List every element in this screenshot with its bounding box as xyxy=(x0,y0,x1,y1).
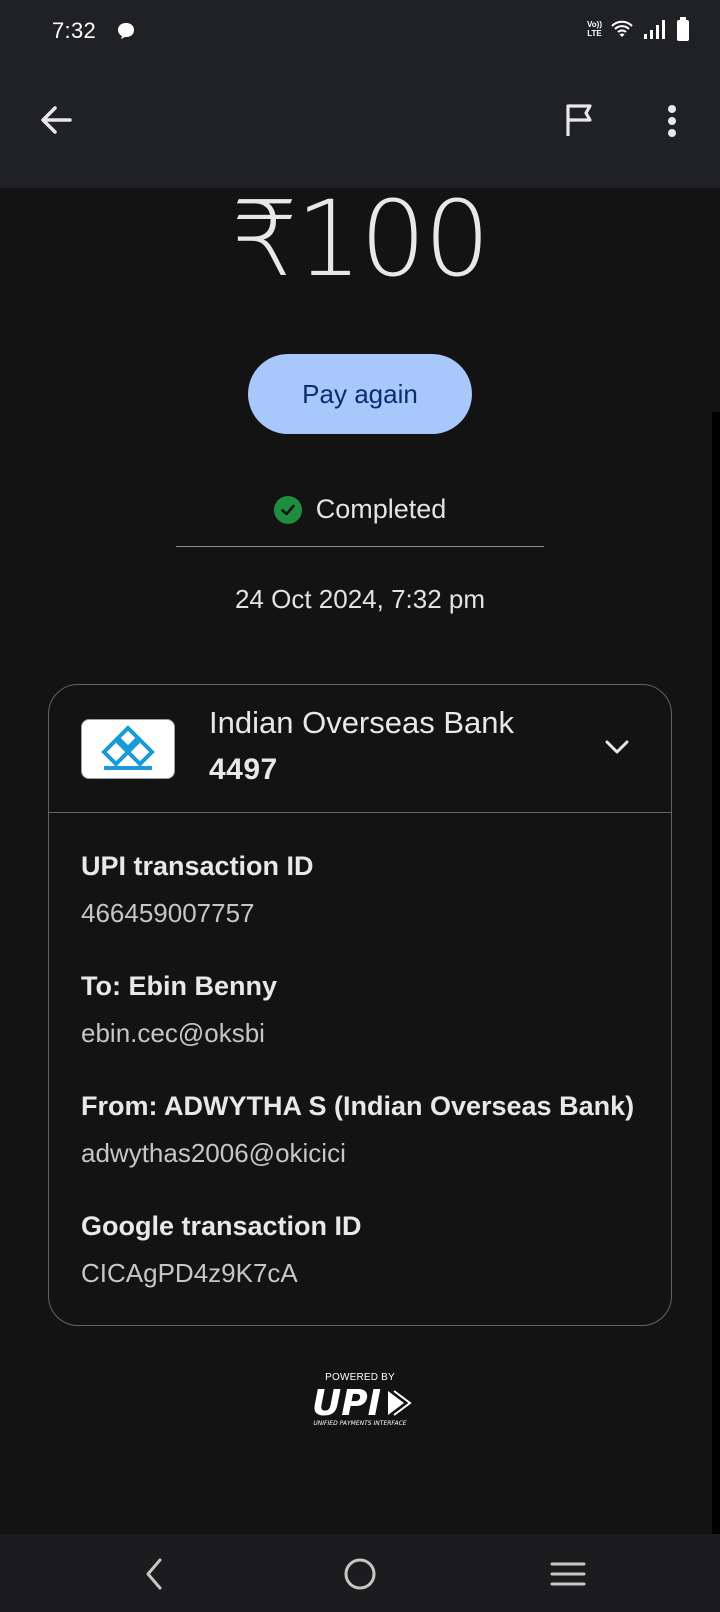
bank-logo xyxy=(81,719,175,779)
google-transaction-id: Google transaction ID CICAgPD4z9K7cA xyxy=(81,1211,362,1289)
more-vert-icon xyxy=(668,105,676,137)
upi-subtext: UNIFIED PAYMENTS INTERFACE xyxy=(313,1420,406,1427)
app-bar xyxy=(0,62,720,188)
transaction-details-card: Indian Overseas Bank 4497 UPI transactio… xyxy=(48,684,672,1326)
wifi-icon xyxy=(611,20,633,37)
status-time: 7:32 xyxy=(52,18,97,43)
flag-icon xyxy=(566,104,592,136)
signal-icon xyxy=(644,20,665,39)
payment-amount: ₹100 xyxy=(231,178,491,300)
nav-home-button[interactable] xyxy=(340,1556,380,1592)
arrow-left-icon xyxy=(41,106,72,134)
bank-account-row[interactable]: Indian Overseas Bank 4497 xyxy=(49,685,671,813)
status-text: Completed xyxy=(315,494,447,524)
pay-again-button[interactable]: Pay again xyxy=(248,354,472,434)
status-icons: Vo)) LTE xyxy=(587,17,690,41)
recipient-detail: To: Ebin Benny ebin.cec@oksbi xyxy=(81,971,277,1049)
more-options-button[interactable] xyxy=(652,100,692,140)
transaction-datetime: 24 Oct 2024, 7:32 pm xyxy=(234,584,486,614)
detail-label: To: Ebin Benny xyxy=(81,971,277,1001)
chat-bubble-icon xyxy=(118,23,134,39)
scrollbar[interactable] xyxy=(712,412,720,1534)
detail-label: UPI transaction ID xyxy=(81,851,314,881)
chevron-left-icon xyxy=(146,1558,162,1590)
divider xyxy=(176,546,544,547)
volte-icon: Vo)) LTE xyxy=(587,20,602,38)
detail-value[interactable]: adwythas2006@okicici xyxy=(81,1138,634,1169)
sender-detail: From: ADWYTHA S (Indian Overseas Bank) a… xyxy=(81,1091,634,1169)
payment-status: Completed xyxy=(0,494,720,525)
upi-transaction-id: UPI transaction ID 466459007757 xyxy=(81,851,314,929)
detail-label: From: ADWYTHA S (Indian Overseas Bank) xyxy=(81,1091,635,1121)
detail-label: Google transaction ID xyxy=(81,1211,362,1241)
iob-logo-icon xyxy=(101,725,155,770)
report-button[interactable] xyxy=(560,100,600,140)
powered-by-text: POWERED BY xyxy=(325,1372,395,1383)
upi-logo: POWERED BY UPI UNIFIED PAYMENTS INTERFAC… xyxy=(308,1372,412,1428)
nav-back-button[interactable] xyxy=(134,1556,174,1592)
battery-icon xyxy=(677,17,689,41)
upi-wordmark: UPI UNIFIED PAYMENTS INTERFACE xyxy=(312,1383,412,1427)
home-circle-icon xyxy=(344,1558,376,1590)
menu-lines-icon xyxy=(550,1562,586,1586)
chevron-down-icon[interactable] xyxy=(601,731,633,763)
back-button[interactable] xyxy=(36,100,76,140)
detail-value[interactable]: ebin.cec@oksbi xyxy=(81,1018,277,1049)
status-bar: 7:32 Vo)) LTE xyxy=(0,0,720,62)
system-nav-bar xyxy=(0,1534,720,1612)
detail-value[interactable]: 466459007757 xyxy=(81,898,314,929)
upi-text: UPI xyxy=(312,1383,381,1424)
bank-name: Indian Overseas Bank xyxy=(209,705,515,740)
detail-value[interactable]: CICAgPD4z9K7cA xyxy=(81,1258,362,1289)
account-suffix: 4497 xyxy=(209,753,278,786)
check-circle-icon xyxy=(273,495,302,524)
nav-recents-button[interactable] xyxy=(548,1556,588,1592)
